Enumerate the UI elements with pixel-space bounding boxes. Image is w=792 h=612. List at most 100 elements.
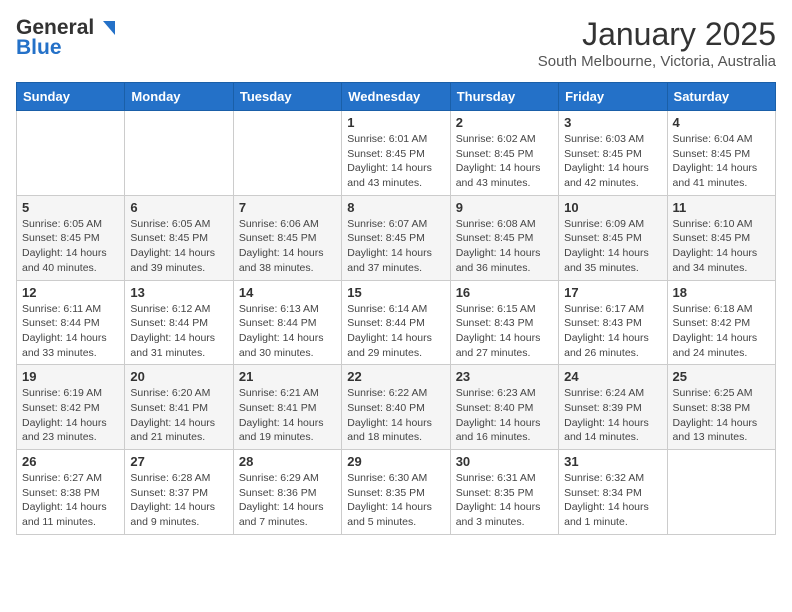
day-info: Sunrise: 6:29 AM Sunset: 8:36 PM Dayligh… — [239, 471, 336, 530]
day-number: 23 — [456, 369, 553, 384]
calendar-week-row: 1Sunrise: 6:01 AM Sunset: 8:45 PM Daylig… — [17, 111, 776, 196]
calendar-day-header: Tuesday — [233, 83, 341, 111]
day-info: Sunrise: 6:21 AM Sunset: 8:41 PM Dayligh… — [239, 386, 336, 445]
day-info: Sunrise: 6:03 AM Sunset: 8:45 PM Dayligh… — [564, 132, 661, 191]
day-info: Sunrise: 6:07 AM Sunset: 8:45 PM Dayligh… — [347, 217, 444, 276]
day-number: 30 — [456, 454, 553, 469]
calendar-day-header: Thursday — [450, 83, 558, 111]
calendar-cell: 28 Sunrise: 6:29 AM Sunset: 8:36 PM Dayli… — [233, 450, 341, 535]
calendar-cell: 2 Sunrise: 6:02 AM Sunset: 8:45 PM Daylig… — [450, 111, 558, 196]
day-info: Sunrise: 6:28 AM Sunset: 8:37 PM Dayligh… — [130, 471, 227, 530]
day-number: 7 — [239, 200, 336, 215]
day-info: Sunrise: 6:32 AM Sunset: 8:34 PM Dayligh… — [564, 471, 661, 530]
day-info: Sunrise: 6:05 AM Sunset: 8:45 PM Dayligh… — [130, 217, 227, 276]
day-info: Sunrise: 6:11 AM Sunset: 8:44 PM Dayligh… — [22, 302, 119, 361]
day-number: 29 — [347, 454, 444, 469]
day-info: Sunrise: 6:25 AM Sunset: 8:38 PM Dayligh… — [673, 386, 770, 445]
day-number: 3 — [564, 115, 661, 130]
calendar-cell: 29 Sunrise: 6:30 AM Sunset: 8:35 PM Dayli… — [342, 450, 450, 535]
day-number: 15 — [347, 285, 444, 300]
calendar-day-header: Wednesday — [342, 83, 450, 111]
calendar-cell: 15 Sunrise: 6:14 AM Sunset: 8:44 PM Dayli… — [342, 280, 450, 365]
day-number: 11 — [673, 200, 770, 215]
day-number: 8 — [347, 200, 444, 215]
day-number: 4 — [673, 115, 770, 130]
day-number: 24 — [564, 369, 661, 384]
calendar-cell: 24 Sunrise: 6:24 AM Sunset: 8:39 PM Dayli… — [559, 365, 667, 450]
day-info: Sunrise: 6:27 AM Sunset: 8:38 PM Dayligh… — [22, 471, 119, 530]
day-number: 21 — [239, 369, 336, 384]
day-info: Sunrise: 6:18 AM Sunset: 8:42 PM Dayligh… — [673, 302, 770, 361]
day-info: Sunrise: 6:31 AM Sunset: 8:35 PM Dayligh… — [456, 471, 553, 530]
day-info: Sunrise: 6:02 AM Sunset: 8:45 PM Dayligh… — [456, 132, 553, 191]
calendar-cell: 17Sunrise: 6:17 AM Sunset: 8:43 PM Dayli… — [559, 280, 667, 365]
logo-blue-text: Blue — [16, 36, 62, 60]
day-info: Sunrise: 6:20 AM Sunset: 8:41 PM Dayligh… — [130, 386, 227, 445]
calendar-week-row: 12Sunrise: 6:11 AM Sunset: 8:44 PM Dayli… — [17, 280, 776, 365]
calendar-cell: 5 Sunrise: 6:05 AM Sunset: 8:45 PM Daylig… — [17, 195, 125, 280]
calendar-week-row: 26 Sunrise: 6:27 AM Sunset: 8:38 PM Dayli… — [17, 450, 776, 535]
calendar-cell: 6 Sunrise: 6:05 AM Sunset: 8:45 PM Daylig… — [125, 195, 233, 280]
calendar-cell: 27 Sunrise: 6:28 AM Sunset: 8:37 PM Dayli… — [125, 450, 233, 535]
calendar-cell — [667, 450, 775, 535]
logo: General Blue — [16, 16, 117, 60]
day-number: 14 — [239, 285, 336, 300]
day-info: Sunrise: 6:12 AM Sunset: 8:44 PM Dayligh… — [130, 302, 227, 361]
day-info: Sunrise: 6:22 AM Sunset: 8:40 PM Dayligh… — [347, 386, 444, 445]
day-info: Sunrise: 6:24 AM Sunset: 8:39 PM Dayligh… — [564, 386, 661, 445]
calendar-cell: 20Sunrise: 6:20 AM Sunset: 8:41 PM Dayli… — [125, 365, 233, 450]
calendar-cell — [17, 111, 125, 196]
calendar-cell: 31 Sunrise: 6:32 AM Sunset: 8:34 PM Dayli… — [559, 450, 667, 535]
day-number: 1 — [347, 115, 444, 130]
day-number: 27 — [130, 454, 227, 469]
calendar-cell: 30 Sunrise: 6:31 AM Sunset: 8:35 PM Dayli… — [450, 450, 558, 535]
calendar-day-header: Saturday — [667, 83, 775, 111]
calendar-table: SundayMondayTuesdayWednesdayThursdayFrid… — [16, 82, 776, 535]
calendar-cell: 21 Sunrise: 6:21 AM Sunset: 8:41 PM Dayli… — [233, 365, 341, 450]
day-info: Sunrise: 6:17 AM Sunset: 8:43 PM Dayligh… — [564, 302, 661, 361]
day-number: 26 — [22, 454, 119, 469]
calendar-cell: 1Sunrise: 6:01 AM Sunset: 8:45 PM Daylig… — [342, 111, 450, 196]
day-number: 25 — [673, 369, 770, 384]
calendar-header-row: SundayMondayTuesdayWednesdayThursdayFrid… — [17, 83, 776, 111]
day-info: Sunrise: 6:09 AM Sunset: 8:45 PM Dayligh… — [564, 217, 661, 276]
calendar-day-header: Friday — [559, 83, 667, 111]
page-header: General Blue January 2025 South Melbourn… — [16, 16, 776, 70]
calendar-cell: 3 Sunrise: 6:03 AM Sunset: 8:45 PM Daylig… — [559, 111, 667, 196]
calendar-cell: 16Sunrise: 6:15 AM Sunset: 8:43 PM Dayli… — [450, 280, 558, 365]
calendar-cell: 13 Sunrise: 6:12 AM Sunset: 8:44 PM Dayli… — [125, 280, 233, 365]
calendar-cell: 8 Sunrise: 6:07 AM Sunset: 8:45 PM Daylig… — [342, 195, 450, 280]
calendar-cell: 18 Sunrise: 6:18 AM Sunset: 8:42 PM Dayli… — [667, 280, 775, 365]
day-number: 19 — [22, 369, 119, 384]
day-number: 2 — [456, 115, 553, 130]
day-number: 16 — [456, 285, 553, 300]
day-info: Sunrise: 6:10 AM Sunset: 8:45 PM Dayligh… — [673, 217, 770, 276]
calendar-day-header: Sunday — [17, 83, 125, 111]
day-info: Sunrise: 6:13 AM Sunset: 8:44 PM Dayligh… — [239, 302, 336, 361]
day-info: Sunrise: 6:30 AM Sunset: 8:35 PM Dayligh… — [347, 471, 444, 530]
location-subtitle: South Melbourne, Victoria, Australia — [538, 53, 776, 70]
day-number: 5 — [22, 200, 119, 215]
day-number: 31 — [564, 454, 661, 469]
calendar-week-row: 19Sunrise: 6:19 AM Sunset: 8:42 PM Dayli… — [17, 365, 776, 450]
day-number: 9 — [456, 200, 553, 215]
day-info: Sunrise: 6:23 AM Sunset: 8:40 PM Dayligh… — [456, 386, 553, 445]
calendar-cell — [125, 111, 233, 196]
day-info: Sunrise: 6:14 AM Sunset: 8:44 PM Dayligh… — [347, 302, 444, 361]
calendar-cell: 12Sunrise: 6:11 AM Sunset: 8:44 PM Dayli… — [17, 280, 125, 365]
day-number: 13 — [130, 285, 227, 300]
month-title: January 2025 — [538, 16, 776, 53]
calendar-cell: 23 Sunrise: 6:23 AM Sunset: 8:40 PM Dayli… — [450, 365, 558, 450]
calendar-cell: 26 Sunrise: 6:27 AM Sunset: 8:38 PM Dayli… — [17, 450, 125, 535]
day-info: Sunrise: 6:05 AM Sunset: 8:45 PM Dayligh… — [22, 217, 119, 276]
calendar-cell: 9 Sunrise: 6:08 AM Sunset: 8:45 PM Daylig… — [450, 195, 558, 280]
calendar-cell: 22 Sunrise: 6:22 AM Sunset: 8:40 PM Dayli… — [342, 365, 450, 450]
day-info: Sunrise: 6:08 AM Sunset: 8:45 PM Dayligh… — [456, 217, 553, 276]
calendar-cell: 25 Sunrise: 6:25 AM Sunset: 8:38 PM Dayli… — [667, 365, 775, 450]
calendar-cell — [233, 111, 341, 196]
day-number: 28 — [239, 454, 336, 469]
day-number: 18 — [673, 285, 770, 300]
day-number: 22 — [347, 369, 444, 384]
calendar-cell: 14 Sunrise: 6:13 AM Sunset: 8:44 PM Dayli… — [233, 280, 341, 365]
day-number: 6 — [130, 200, 227, 215]
